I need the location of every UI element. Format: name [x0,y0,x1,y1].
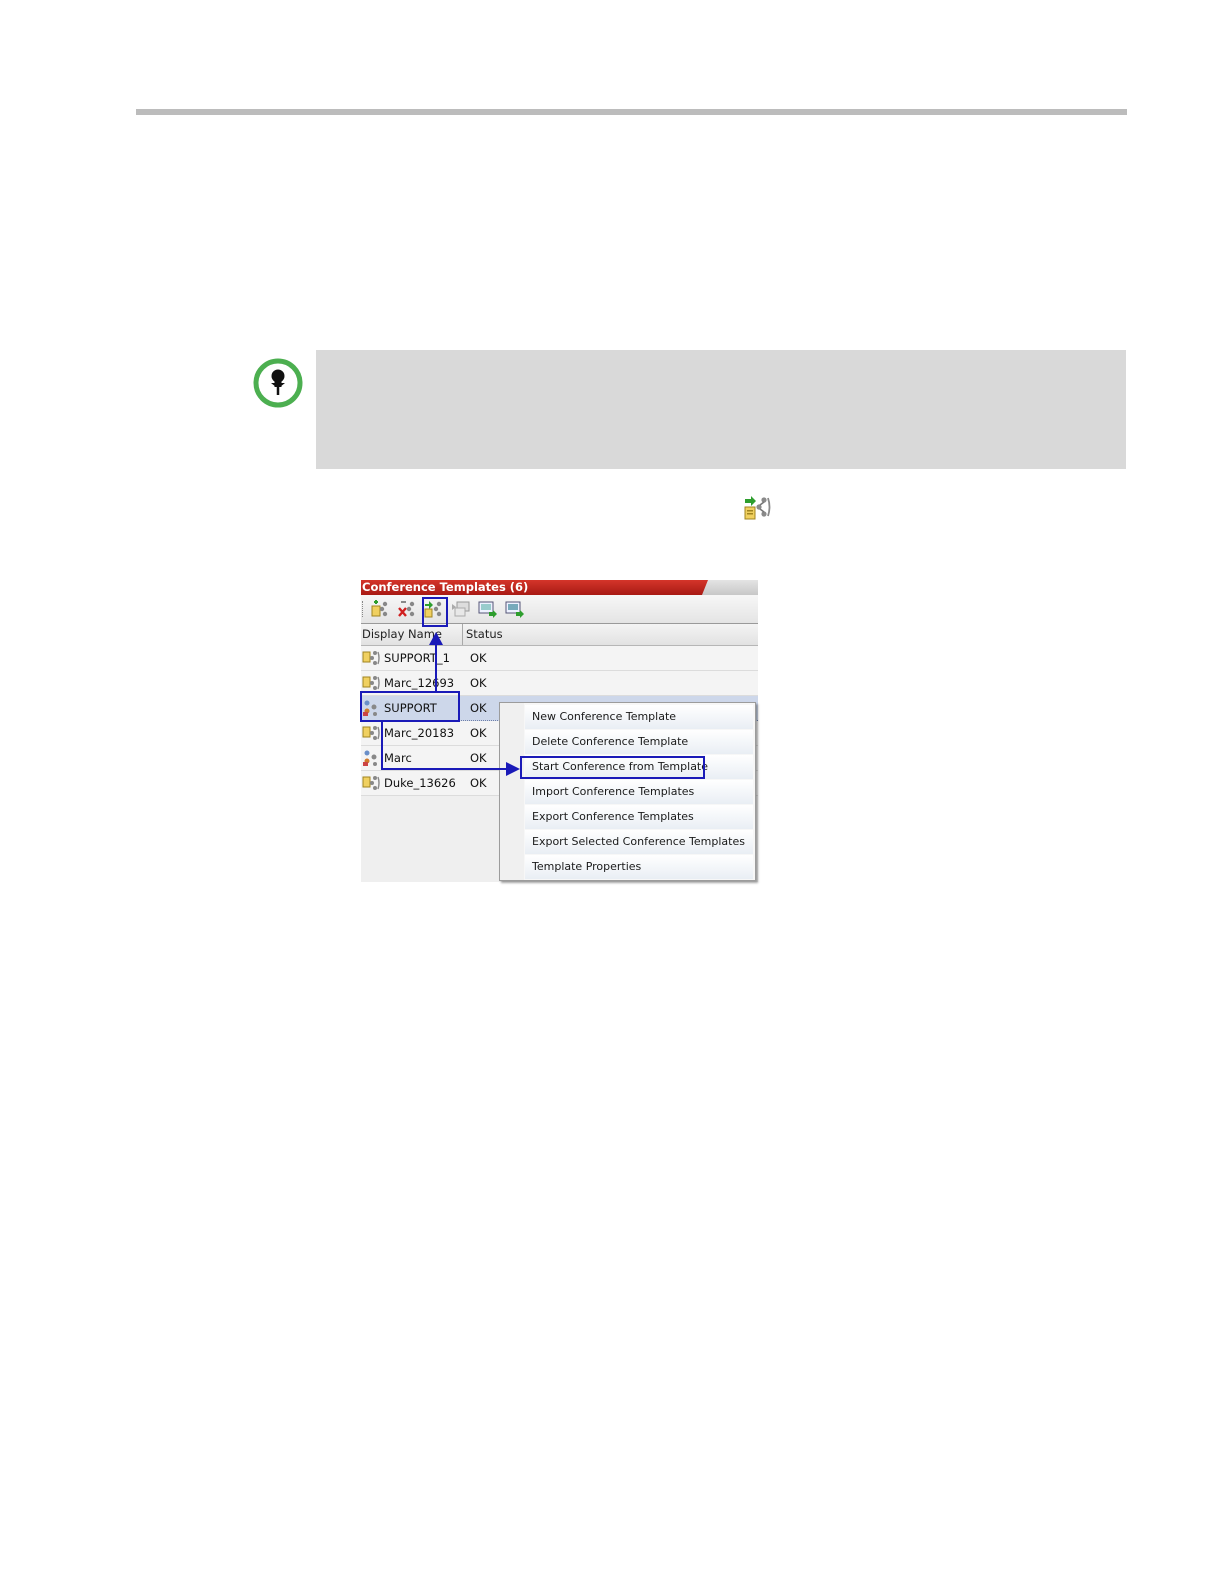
panel-title-bar: Conference Templates (6) [361,580,758,595]
panel-title: Conference Templates (6) [362,580,529,594]
column-separator[interactable] [462,624,463,645]
column-status[interactable]: Status [466,627,503,641]
menu-item-export-selected-conference-templates[interactable]: Export Selected Conference Templates [525,830,753,854]
template-icon [362,674,380,692]
row-display-name: Marc_20183 [384,726,455,740]
row-display-name: Marc [384,751,412,765]
row-status: OK [470,726,487,740]
row-status: OK [470,651,487,665]
row-status: OK [470,701,487,715]
context-menu: New Conference Template Delete Conferenc… [499,702,756,881]
toolbar-grip [362,601,365,617]
menu-item-delete-conference-template[interactable]: Delete Conference Template [525,730,753,754]
header-rule [136,109,1127,115]
menu-item-import-conference-templates[interactable]: Import Conference Templates [525,780,753,804]
table-row[interactable]: SUPPORT_1 OK [361,646,758,671]
new-conference-template-icon[interactable] [371,600,391,618]
toolbar-button-callout [422,597,448,627]
start-conference-from-template-icon [742,492,772,522]
note-box [316,350,1126,469]
menu-item-callout [520,756,705,779]
template-icon [362,774,380,792]
panel-toolbar [361,595,758,624]
template-group-icon [362,749,380,767]
export-templates-icon[interactable] [478,600,498,618]
template-icon [362,649,380,667]
row-status: OK [470,676,487,690]
menu-gutter [500,703,524,880]
export-selected-templates-icon[interactable] [505,600,525,618]
selected-row-callout [360,691,460,722]
menu-item-template-properties[interactable]: Template Properties [525,855,753,879]
import-templates-icon[interactable] [451,600,471,618]
row-status: OK [470,751,487,765]
delete-conference-template-icon[interactable] [398,600,418,618]
column-display-name[interactable]: Display Name [362,627,442,641]
row-status: OK [470,776,487,790]
column-header: Display Name Status [361,624,758,646]
row-display-name: Marc_12693 [384,676,455,690]
row-display-name: SUPPORT_1 [384,651,450,665]
row-display-name: Duke_13626 [384,776,456,790]
menu-item-export-conference-templates[interactable]: Export Conference Templates [525,805,753,829]
template-icon [362,724,380,742]
menu-item-new-conference-template[interactable]: New Conference Template [525,705,753,729]
pushpin-note-icon [252,357,304,409]
